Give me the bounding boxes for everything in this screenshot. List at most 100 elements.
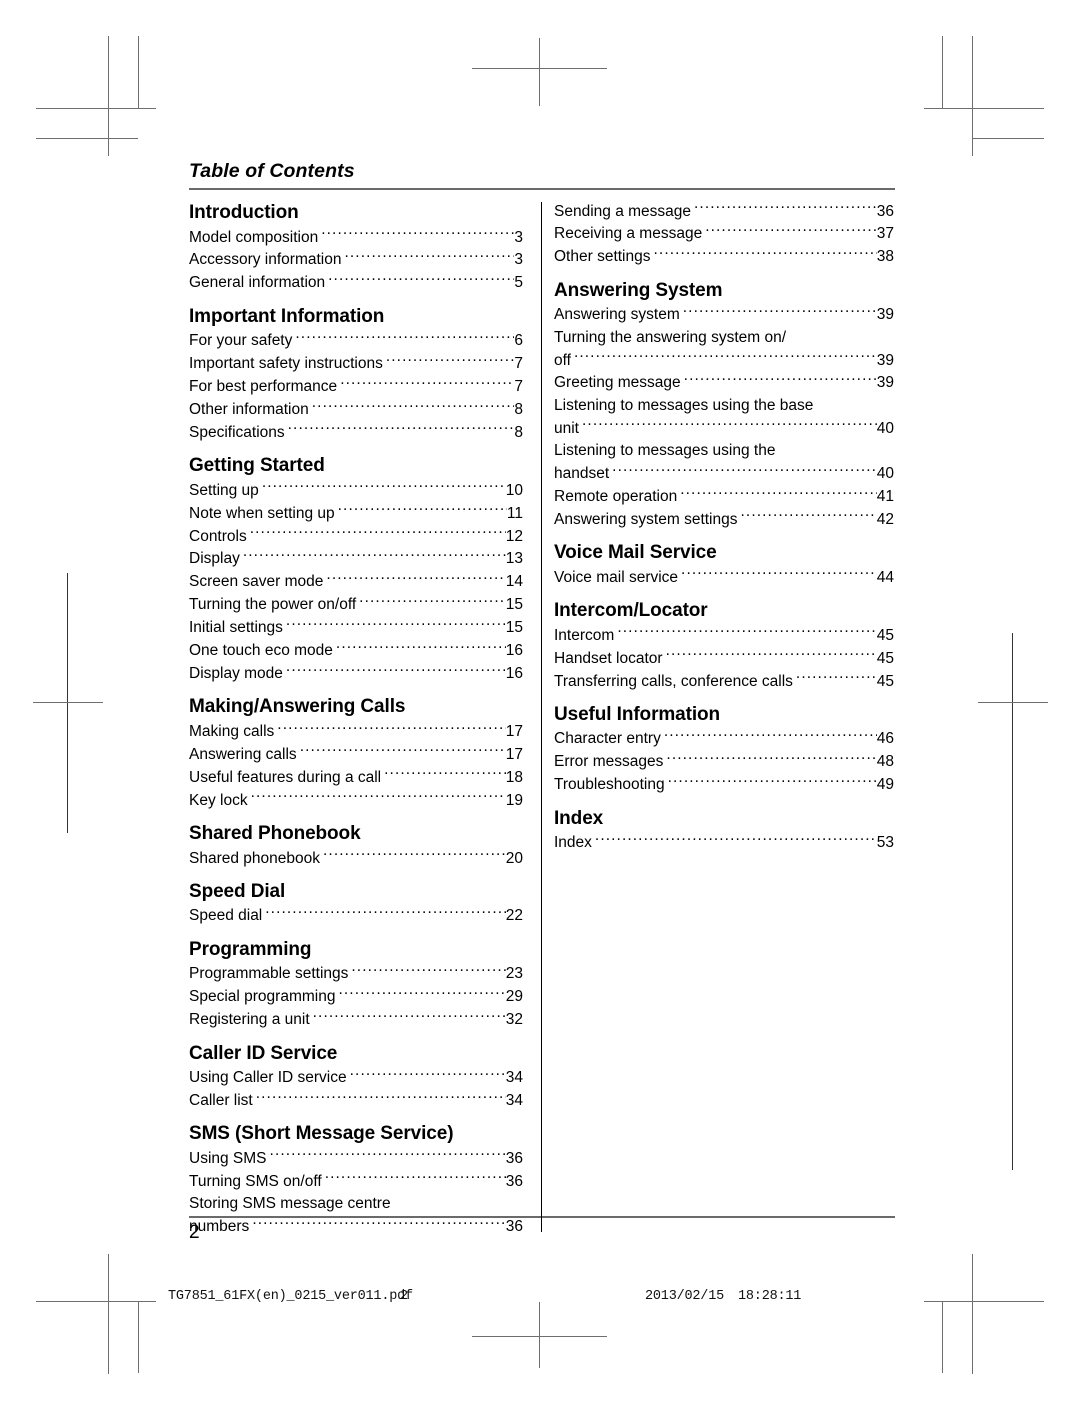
toc-entry[interactable]: Special programming 29 (189, 986, 523, 1009)
toc-entry-title: Accessory information (189, 251, 342, 269)
toc-entry[interactable]: Greeting message 39 (554, 372, 894, 395)
toc-entry[interactable]: Screen saver mode 14 (189, 571, 523, 594)
toc-entry[interactable]: For your safety 6 (189, 330, 523, 353)
column-divider (541, 202, 542, 1232)
toc-entry[interactable]: Other settings 38 (554, 246, 894, 269)
toc-entry-page: 19 (505, 791, 523, 809)
page-content: Table of Contents Introduction Model comp… (189, 160, 895, 1243)
toc-entry[interactable]: Initial settings 15 (189, 617, 523, 640)
toc-entry-continuation[interactable]: Turning the answering system on/ (554, 327, 894, 349)
dot-leader (286, 663, 506, 679)
toc-entry-page: 8 (514, 423, 523, 441)
toc-entry[interactable]: Other information 8 (189, 398, 523, 421)
toc-entry[interactable]: Receiving a message 37 (554, 223, 894, 246)
toc-entry[interactable]: Sending a message 36 (554, 200, 894, 223)
toc-entry[interactable]: Character entry 46 (554, 728, 894, 751)
toc-entry[interactable]: Turning SMS on/off 36 (189, 1170, 523, 1193)
chapter-heading: Useful Information (554, 703, 721, 725)
toc-entry[interactable]: Speed dial 22 (189, 905, 523, 928)
toc-entry-title: Sending a message (554, 202, 692, 220)
dot-leader (681, 566, 877, 582)
toc-entry[interactable]: Note when setting up 11 (189, 502, 523, 525)
toc-entry-title: Screen saver mode (189, 573, 324, 591)
dot-leader (664, 728, 877, 744)
chapter-heading: Shared Phonebook (189, 823, 361, 845)
toc-entry-page: 14 (505, 573, 523, 591)
toc-entry[interactable]: Key lock 19 (189, 789, 523, 812)
toc-entry-page: 38 (876, 248, 894, 266)
toc-entry[interactable]: Index 53 (554, 832, 894, 855)
toc-entry[interactable]: Using Caller ID service 34 (189, 1067, 523, 1090)
toc-entry-page: 7 (514, 378, 523, 396)
toc-entry-page: 6 (514, 332, 523, 350)
toc-entry-page: 53 (876, 834, 894, 852)
dot-leader (336, 640, 506, 656)
toc-entry[interactable]: Display mode 16 (189, 663, 523, 686)
toc-entry[interactable]: Troubleshooting 49 (554, 774, 894, 797)
toc-entry[interactable]: Display 13 (189, 548, 523, 571)
toc-entry[interactable]: For best performance 7 (189, 376, 523, 399)
toc-entry[interactable]: Remote operation 41 (554, 485, 894, 508)
toc-entry-continuation[interactable]: Listening to messages using the (554, 440, 894, 462)
toc-entry[interactable]: unit 40 (554, 417, 894, 440)
toc-entry[interactable]: Handset locator 45 (554, 647, 894, 670)
toc-entry[interactable]: Registering a unit 32 (189, 1009, 523, 1032)
slug-filename: TG7851_61FX(en)_0215_ver011.pdf (168, 1289, 413, 1304)
toc-entry[interactable]: Voice mail service 44 (554, 566, 894, 589)
dot-leader (705, 223, 877, 239)
toc-entry[interactable]: handset 40 (554, 463, 894, 486)
toc-entry-page: 3 (514, 228, 523, 246)
toc-entry-page: 42 (876, 510, 894, 528)
toc-entry[interactable]: One touch eco mode 16 (189, 640, 523, 663)
dot-leader (321, 226, 514, 242)
toc-entry[interactable]: numbers36 (189, 1216, 523, 1239)
toc-entry[interactable]: Intercom 45 (554, 624, 894, 647)
dot-leader (654, 246, 877, 262)
chapter-heading: Index (554, 807, 604, 829)
registration-mark-left-middle-v (67, 573, 68, 833)
toc-entry[interactable]: Error messages 48 (554, 751, 894, 774)
toc-entry-page: 13 (505, 550, 523, 568)
toc-entry-title: Using SMS (189, 1149, 267, 1167)
header-rule (189, 188, 895, 190)
toc-entry[interactable]: Answering system 39 (554, 304, 894, 327)
toc-entry-page: 5 (514, 274, 523, 292)
dot-leader (252, 1216, 505, 1232)
toc-entry-title: Key lock (189, 791, 248, 809)
toc-entry-continuation[interactable]: Storing SMS message centre (189, 1193, 523, 1215)
toc-entry-title: Note when setting up (189, 504, 335, 522)
toc-entry[interactable]: Setting up 10 (189, 479, 523, 502)
toc-entry[interactable]: Transferring calls, conference calls 45 (554, 670, 894, 693)
toc-entry[interactable]: Accessory information 3 (189, 249, 523, 272)
toc-entry-title: Voice mail service (554, 568, 679, 586)
toc-entry[interactable]: General information 5 (189, 272, 523, 295)
toc-entry-title: Transferring calls, conference calls (554, 672, 793, 690)
dot-leader (325, 1170, 506, 1186)
toc-entry-title: Useful features during a call (189, 768, 382, 786)
toc-entry[interactable]: Controls 12 (189, 525, 523, 548)
toc-entry[interactable]: Making calls 17 (189, 720, 523, 743)
toc-entry[interactable]: Using SMS 36 (189, 1147, 523, 1170)
toc-entry[interactable]: Turning the power on/off 15 (189, 594, 523, 617)
toc-entry[interactable]: Important safety instructions 7 (189, 353, 523, 376)
toc-entry-page: 34 (505, 1069, 523, 1087)
toc-entry[interactable]: Specifications 8 (189, 421, 523, 444)
toc-entry-continuation[interactable]: Listening to messages using the base (554, 395, 894, 417)
toc-entry[interactable]: Caller list 34 (189, 1089, 523, 1112)
crop-mark-top-left-outer-v (138, 36, 139, 108)
dot-leader (277, 720, 505, 736)
dot-leader (694, 200, 877, 216)
toc-entry[interactable]: Programmable settings 23 (189, 963, 523, 986)
dot-leader (384, 766, 506, 782)
toc-entry[interactable]: Answering calls 17 (189, 743, 523, 766)
toc-entry[interactable]: Shared phonebook 20 (189, 847, 523, 870)
dot-leader (328, 272, 514, 288)
toc-entry-title: Receiving a message (554, 225, 703, 243)
toc-entry[interactable]: Answering system settings 42 (554, 508, 894, 531)
toc-entry[interactable]: Useful features during a call 18 (189, 766, 523, 789)
toc-entry[interactable]: Model composition 3 (189, 226, 523, 249)
chapter-heading: Intercom/Locator (554, 600, 708, 622)
toc-entry[interactable]: off 39 (554, 349, 894, 372)
toc-entry-title: Making calls (189, 722, 275, 740)
chapter-heading: Making/Answering Calls (189, 696, 406, 718)
